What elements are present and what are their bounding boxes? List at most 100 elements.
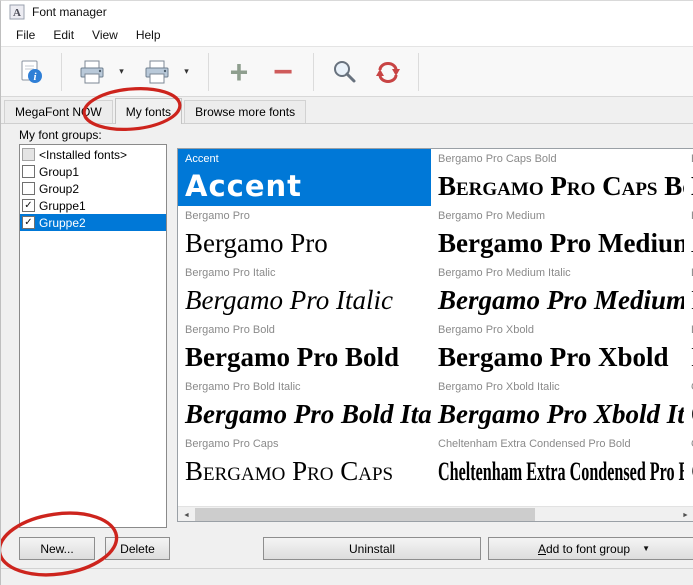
font-grid-col-3-partial: Er B Ha A Lo L Lo L O O (684, 149, 693, 506)
font-cell-partial[interactable]: Ha A (684, 206, 693, 263)
font-list-panel: Accent Accent Bergamo Pro Bergamo Pro Be… (177, 148, 693, 522)
menu-file[interactable]: File (7, 25, 44, 45)
font-group-row-group1[interactable]: Group1 (20, 163, 166, 180)
uninstall-button[interactable]: Uninstall (263, 537, 481, 560)
font-cell-bergamo-pro-italic[interactable]: Bergamo Pro Italic Bergamo Pro Italic (178, 263, 431, 320)
font-cell-partial[interactable]: Lo L (684, 320, 693, 377)
group-label: Group2 (39, 182, 79, 196)
print-preview-button[interactable] (135, 50, 179, 94)
group-label: Group1 (39, 165, 79, 179)
plus-icon: + (230, 56, 249, 88)
font-cell-bergamo-pro-xbold[interactable]: Bergamo Pro Xbold Bergamo Pro Xbold (431, 320, 684, 377)
toolbar-separator (313, 53, 314, 91)
font-cell-bergamo-pro-caps[interactable]: Bergamo Pro Caps Bergamo Pro Caps (178, 434, 431, 491)
font-cell-accent[interactable]: Accent Accent (178, 149, 431, 206)
print-preview-dropdown-button[interactable]: ▾ (179, 50, 194, 94)
font-name-label: Bergamo Pro Caps (185, 438, 427, 453)
group-checkbox[interactable] (22, 165, 35, 178)
scroll-right-icon: ► (682, 512, 689, 519)
add-to-font-group-button[interactable]: Add to font group ▼ (488, 537, 693, 560)
font-preview: Bergamo Pro Xbold Italic (438, 396, 680, 432)
font-cell-bergamo-pro-xbold-italic[interactable]: Bergamo Pro Xbold Italic Bergamo Pro Xbo… (431, 377, 684, 434)
toolbar-separator (418, 53, 419, 91)
add-fonts-button[interactable]: + (217, 50, 261, 94)
scroll-thumb[interactable] (195, 508, 535, 522)
font-preview: Bergamo Pro Bold (185, 339, 427, 375)
font-name-label: Cheltenham Extra Condensed Pro Bold (438, 438, 680, 453)
font-preview: Bergamo Pro Xbold (438, 339, 680, 375)
add-to-font-group-label: Add to font group (538, 542, 630, 556)
font-preview: Bergamo Pro Caps Bold (438, 168, 680, 204)
font-cell-bergamo-pro[interactable]: Bergamo Pro Bergamo Pro (178, 206, 431, 263)
font-cell-partial[interactable]: O C (684, 434, 693, 491)
font-cell-partial[interactable]: Er B (684, 149, 693, 206)
font-name-label: Bergamo Pro Xbold (438, 324, 680, 339)
font-name-label: Bergamo Pro Bold Italic (185, 381, 427, 396)
font-preview: Bergamo Pro Bold Italic (185, 396, 427, 432)
dropdown-arrow-icon: ▼ (642, 544, 650, 553)
refresh-button[interactable] (366, 50, 410, 94)
menu-view[interactable]: View (83, 25, 127, 45)
font-preview: Bergamo Pro Italic (185, 282, 427, 318)
refresh-icon (375, 59, 401, 85)
tab-megafont-now[interactable]: MegaFont NOW (4, 100, 113, 123)
scroll-right-button[interactable]: ► (677, 507, 693, 522)
menu-help[interactable]: Help (127, 25, 170, 45)
printer-preview-icon (143, 59, 171, 85)
font-cell-bergamo-pro-caps-bold[interactable]: Bergamo Pro Caps Bold Bergamo Pro Caps B… (431, 149, 684, 206)
menubar: File Edit View Help (1, 23, 693, 46)
new-group-button[interactable]: New... (19, 537, 95, 560)
group-checkbox[interactable]: ✓ (22, 199, 35, 212)
toolbar: i ▾ (1, 46, 693, 97)
font-group-row-gruppe1[interactable]: ✓ Gruppe1 (20, 197, 166, 214)
toolbar-separator (208, 53, 209, 91)
font-name-label: Bergamo Pro (185, 210, 427, 225)
delete-group-button[interactable]: Delete (105, 537, 170, 560)
font-grid: Accent Accent Bergamo Pro Bergamo Pro Be… (178, 149, 693, 506)
font-groups-listbox[interactable]: <Installed fonts> Group1 Group2 ✓ Gruppe… (19, 144, 167, 528)
toolbar-separator (61, 53, 62, 91)
tabbar: MegaFont NOW My fonts Browse more fonts (1, 97, 693, 124)
font-cell-partial[interactable]: Lo L (684, 263, 693, 320)
font-cell-bergamo-pro-bold[interactable]: Bergamo Pro Bold Bergamo Pro Bold (178, 320, 431, 377)
font-name-label: Bergamo Pro Caps Bold (438, 153, 680, 168)
font-preview: Bergamo Pro Caps (185, 453, 427, 489)
search-button[interactable] (322, 50, 366, 94)
font-preview: Bergamo Pro (185, 225, 427, 261)
font-group-row-group2[interactable]: Group2 (20, 180, 166, 197)
font-cell-bergamo-pro-bold-italic[interactable]: Bergamo Pro Bold Italic Bergamo Pro Bold… (178, 377, 431, 434)
group-checkbox[interactable] (22, 182, 35, 195)
tab-browse-more-fonts[interactable]: Browse more fonts (184, 100, 306, 123)
chevron-down-icon: ▾ (119, 66, 124, 76)
menu-edit[interactable]: Edit (44, 25, 83, 45)
info-button[interactable]: i (9, 50, 53, 94)
group-checkbox[interactable]: ✓ (22, 216, 35, 229)
font-name-label: Accent (185, 153, 427, 168)
font-cell-partial[interactable]: O O (684, 377, 693, 434)
font-name-label: Bergamo Pro Xbold Italic (438, 381, 680, 396)
font-preview: Accent (185, 168, 427, 204)
font-name-label: Bergamo Pro Medium (438, 210, 680, 225)
remove-fonts-button[interactable]: − (261, 50, 305, 94)
search-icon (331, 59, 357, 85)
font-name-label: Bergamo Pro Medium Italic (438, 267, 680, 282)
font-cell-cheltenham-extra-condensed-pro-bold[interactable]: Cheltenham Extra Condensed Pro Bold Chel… (431, 434, 684, 491)
tab-my-fonts[interactable]: My fonts (115, 98, 182, 124)
svg-text:A: A (13, 7, 21, 19)
group-checkbox[interactable] (22, 148, 35, 161)
font-group-row-installed[interactable]: <Installed fonts> (20, 146, 166, 163)
font-preview: Cheltenham Extra Condensed Pro Bold (438, 454, 684, 490)
print-dropdown-button[interactable]: ▾ (114, 50, 129, 94)
font-manager-window: A Font manager File Edit View Help i (0, 0, 693, 585)
print-button[interactable] (70, 50, 114, 94)
font-groups-heading: My font groups: (19, 128, 102, 142)
scroll-left-button[interactable]: ◄ (178, 507, 195, 522)
font-group-row-gruppe2[interactable]: ✓ Gruppe2 (20, 214, 166, 231)
minus-icon: − (273, 55, 293, 89)
info-icon: i (18, 59, 44, 85)
font-cell-bergamo-pro-medium-italic[interactable]: Bergamo Pro Medium Italic Bergamo Pro Me… (431, 263, 684, 320)
horizontal-scrollbar[interactable]: ◄ ► (178, 506, 693, 522)
scroll-left-icon: ◄ (183, 512, 190, 519)
font-name-label: Bergamo Pro Bold (185, 324, 427, 339)
font-cell-bergamo-pro-medium[interactable]: Bergamo Pro Medium Bergamo Pro Medium (431, 206, 684, 263)
